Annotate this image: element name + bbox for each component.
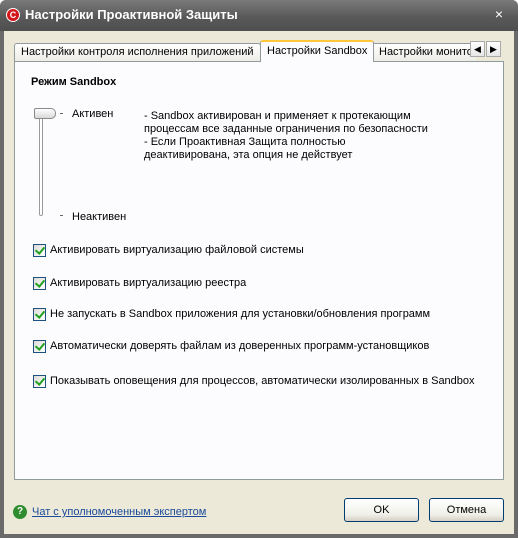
tab-monitoring-settings[interactable]: Настройки монито (372, 43, 476, 62)
show-sandbox-alerts-label: Показывать оповещения для процессов, авт… (50, 375, 475, 387)
skip-installers-label: Не запускать в Sandbox приложения для ус… (50, 308, 431, 320)
dialog-window: C Настройки Проактивной Защиты × Настрой… (0, 0, 518, 538)
skip-installers-checkbox[interactable] (33, 307, 46, 321)
option-skip-installers[interactable]: Не запускать в Sandbox приложения для ус… (33, 307, 430, 321)
registry-virtualization-checkbox[interactable] (33, 276, 46, 290)
registry-virtualization-label: Активировать виртуализацию реестра (50, 277, 247, 289)
sandbox-level-slider-track[interactable] (39, 112, 43, 216)
close-icon[interactable]: × (492, 6, 506, 22)
level-description: - Sandbox активирован и применяет к прот… (144, 110, 428, 161)
tab-scroll-right-icon[interactable]: ▶ (486, 41, 501, 57)
level-inactive-label: Неактивен (72, 211, 127, 223)
comodo-logo-icon: C (6, 8, 20, 22)
option-show-sandbox-alerts[interactable]: Показывать оповещения для процессов, авт… (33, 374, 475, 388)
cancel-button[interactable]: Отмена (429, 498, 504, 522)
option-file-virtualization[interactable]: Активировать виртуализацию файловой сист… (33, 243, 304, 257)
show-sandbox-alerts-checkbox[interactable] (33, 374, 46, 388)
file-virtualization-label: Активировать виртуализацию файловой сист… (50, 244, 304, 256)
option-registry-virtualization[interactable]: Активировать виртуализацию реестра (33, 276, 246, 290)
trust-installer-files-label: Автоматически доверять файлам из доверен… (50, 340, 430, 352)
file-virtualization-checkbox[interactable] (33, 243, 46, 257)
option-trust-installer-files[interactable]: Автоматически доверять файлам из доверен… (33, 339, 429, 353)
dialog-body: Настройки контроля исполнения приложений… (4, 31, 514, 534)
tab-scroll-left-icon[interactable]: ◀ (470, 41, 485, 57)
sandbox-level-slider-thumb[interactable] (34, 108, 56, 119)
tab-strip: Настройки контроля исполнения приложений… (14, 40, 476, 62)
window-title: Настройки Проактивной Защиты (25, 7, 238, 22)
sandbox-mode-title: Режим Sandbox (31, 76, 117, 88)
trust-installer-files-checkbox[interactable] (33, 339, 46, 353)
level-active-label: Активен (72, 108, 114, 120)
expert-chat-link[interactable]: Чат с уполномоченным экспертом (32, 506, 206, 518)
slider-tick-active (60, 113, 63, 114)
tab-sandbox-settings[interactable]: Настройки Sandbox (260, 40, 375, 62)
tab-app-control-settings[interactable]: Настройки контроля исполнения приложений (14, 43, 261, 62)
slider-tick-inactive (60, 215, 63, 216)
tab-panel: Режим Sandbox Активен Неактивен - Sandbo… (14, 61, 504, 480)
title-bar[interactable]: C Настройки Проактивной Защиты × (0, 0, 518, 31)
ok-button[interactable]: OK (344, 498, 419, 522)
help-icon[interactable]: ? (13, 505, 27, 519)
